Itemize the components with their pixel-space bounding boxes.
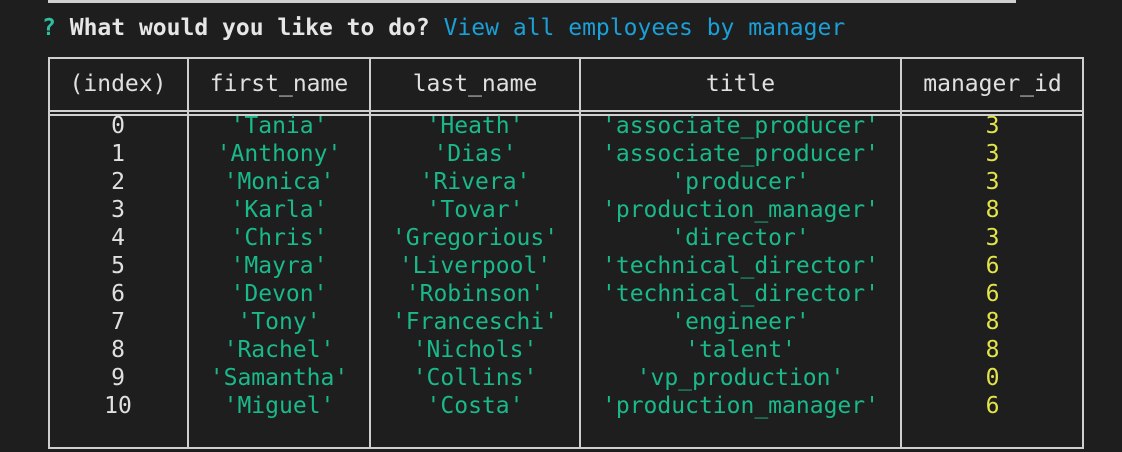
table-cell-first-name: 'Mayra' — [230, 253, 328, 279]
table-cell-title: 'vp_production' — [636, 365, 845, 391]
table-cell-manager-id: 3 — [985, 225, 1000, 251]
table-cell-title: 'production_manager' — [602, 197, 879, 223]
table-cell-index: 7 — [111, 309, 125, 335]
table-cell-first-name: 'Karla' — [230, 197, 328, 223]
table-cell-first-name: 'Devon' — [230, 281, 328, 307]
table-cell-title: 'talent' — [685, 337, 796, 363]
table-cell-index: 2 — [111, 169, 125, 195]
table-cell-last-name: 'Rivera' — [419, 169, 531, 195]
previous-output-border — [48, 0, 1016, 3]
table-cell-index: 0 — [111, 113, 125, 139]
table-cell-title: 'technical_director' — [602, 253, 879, 279]
table-cell-manager-id: 0 — [985, 365, 1000, 391]
table-cell-first-name: 'Tania' — [230, 113, 328, 139]
table-cell-manager-id: 3 — [985, 169, 1000, 195]
table-cell-manager-id: 3 — [985, 141, 1000, 167]
table-cell-last-name: 'Dias' — [433, 141, 517, 167]
table-cell-title: 'associate_producer' — [602, 113, 879, 139]
column-header-manager-id: manager_id — [923, 71, 1062, 97]
table-cell-title: 'producer' — [671, 169, 810, 195]
table-cell-last-name: 'Franceschi' — [391, 309, 559, 335]
table-cell-last-name: 'Tovar' — [426, 197, 524, 223]
table-cell-last-name: 'Nichols' — [412, 337, 538, 363]
table-cell-index: 10 — [104, 393, 132, 419]
table-cell-index: 3 — [111, 197, 125, 223]
table-cell-first-name: 'Monica' — [223, 169, 335, 195]
table-cell-first-name: 'Anthony' — [216, 141, 342, 167]
column-header-index: (index) — [69, 71, 167, 97]
table-cell-index: 9 — [111, 365, 125, 391]
column-header-first-name: first_name — [209, 71, 349, 97]
table-cell-manager-id: 8 — [985, 337, 1000, 363]
table-cell-index: 6 — [111, 281, 125, 307]
table-cell-last-name: 'Liverpool' — [398, 253, 552, 279]
table-cell-manager-id: 8 — [985, 197, 1000, 223]
inquirer-prompt: ? What would you like to do? View all em… — [42, 12, 845, 44]
table-cell-title: 'technical_director' — [602, 281, 879, 307]
table-cell-first-name: 'Chris' — [230, 225, 328, 251]
table-cell-manager-id: 6 — [985, 281, 1000, 307]
prompt-marker: ? — [42, 15, 56, 41]
table-cell-index: 5 — [111, 253, 125, 279]
employee-table: (index) first_name last_name title manager_i… — [48, 57, 1084, 449]
table-cell-last-name: 'Heath' — [426, 113, 524, 139]
table-cell-last-name: 'Collins' — [412, 365, 538, 391]
table-cell-title: 'director' — [671, 225, 810, 251]
column-header-title: title — [705, 71, 776, 97]
table-cell-first-name: 'Miguel' — [223, 393, 335, 419]
table-cell-manager-id: 6 — [985, 393, 1000, 419]
table-cell-index: 8 — [111, 337, 125, 363]
table-cell-last-name: 'Gregorious' — [391, 225, 559, 251]
table-cell-manager-id: 8 — [985, 309, 1000, 335]
table-cell-index: 4 — [111, 225, 125, 251]
table-cell-first-name: 'Samantha' — [209, 365, 349, 391]
table-cell-first-name: 'Tony' — [237, 309, 321, 335]
table-cell-title: 'engineer' — [671, 309, 810, 335]
table-cell-manager-id: 3 — [985, 113, 1000, 139]
prompt-question: What would you like to do? — [69, 15, 430, 41]
table-cell-title: 'associate_producer' — [602, 141, 879, 167]
table-cell-index: 1 — [111, 141, 125, 167]
table-cell-last-name: 'Robinson' — [405, 281, 545, 307]
table-cell-last-name: 'Costa' — [426, 393, 524, 419]
table-cell-manager-id: 6 — [985, 253, 1000, 279]
table-cell-first-name: 'Rachel' — [223, 337, 335, 363]
prompt-answer: View all employees by manager — [443, 15, 846, 41]
column-header-last-name: last_name — [412, 71, 538, 97]
table-cell-title: 'production_manager' — [602, 393, 879, 419]
